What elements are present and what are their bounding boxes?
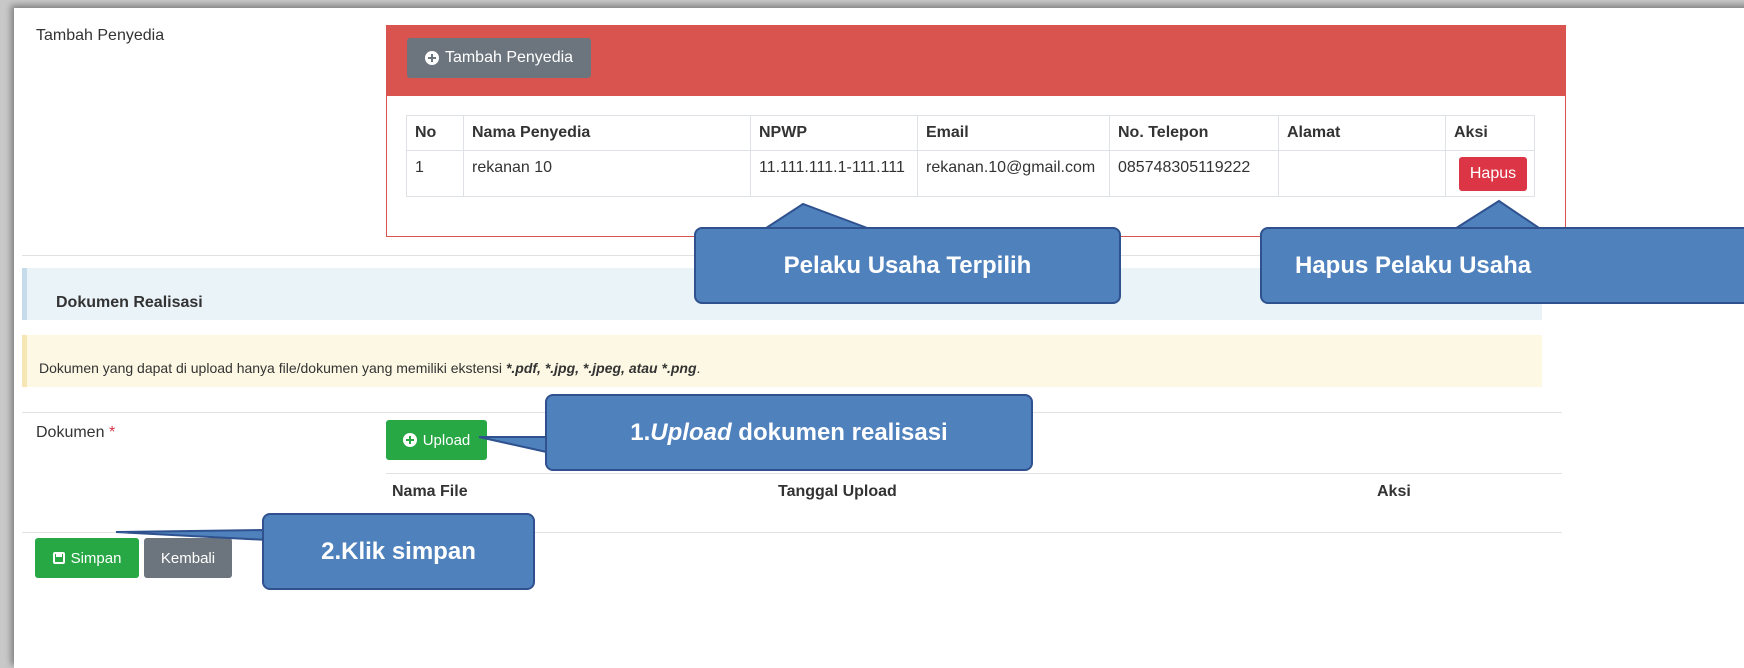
callout-simpan: 2.Klik simpan (262, 513, 535, 590)
callout-hapus-pelaku: Hapus Pelaku Usaha (1260, 227, 1744, 304)
callout-pointer-save (115, 528, 269, 542)
callout-step1-prefix: 1. (630, 418, 651, 446)
callout-step1-suffix: dokumen realisasi (731, 418, 948, 446)
callout-pelaku-terpilih: Pelaku Usaha Terpilih (694, 227, 1121, 304)
callout-step1-italic: Upload (650, 418, 732, 446)
callout-upload: 1. Upload dokumen realisasi (545, 394, 1033, 471)
